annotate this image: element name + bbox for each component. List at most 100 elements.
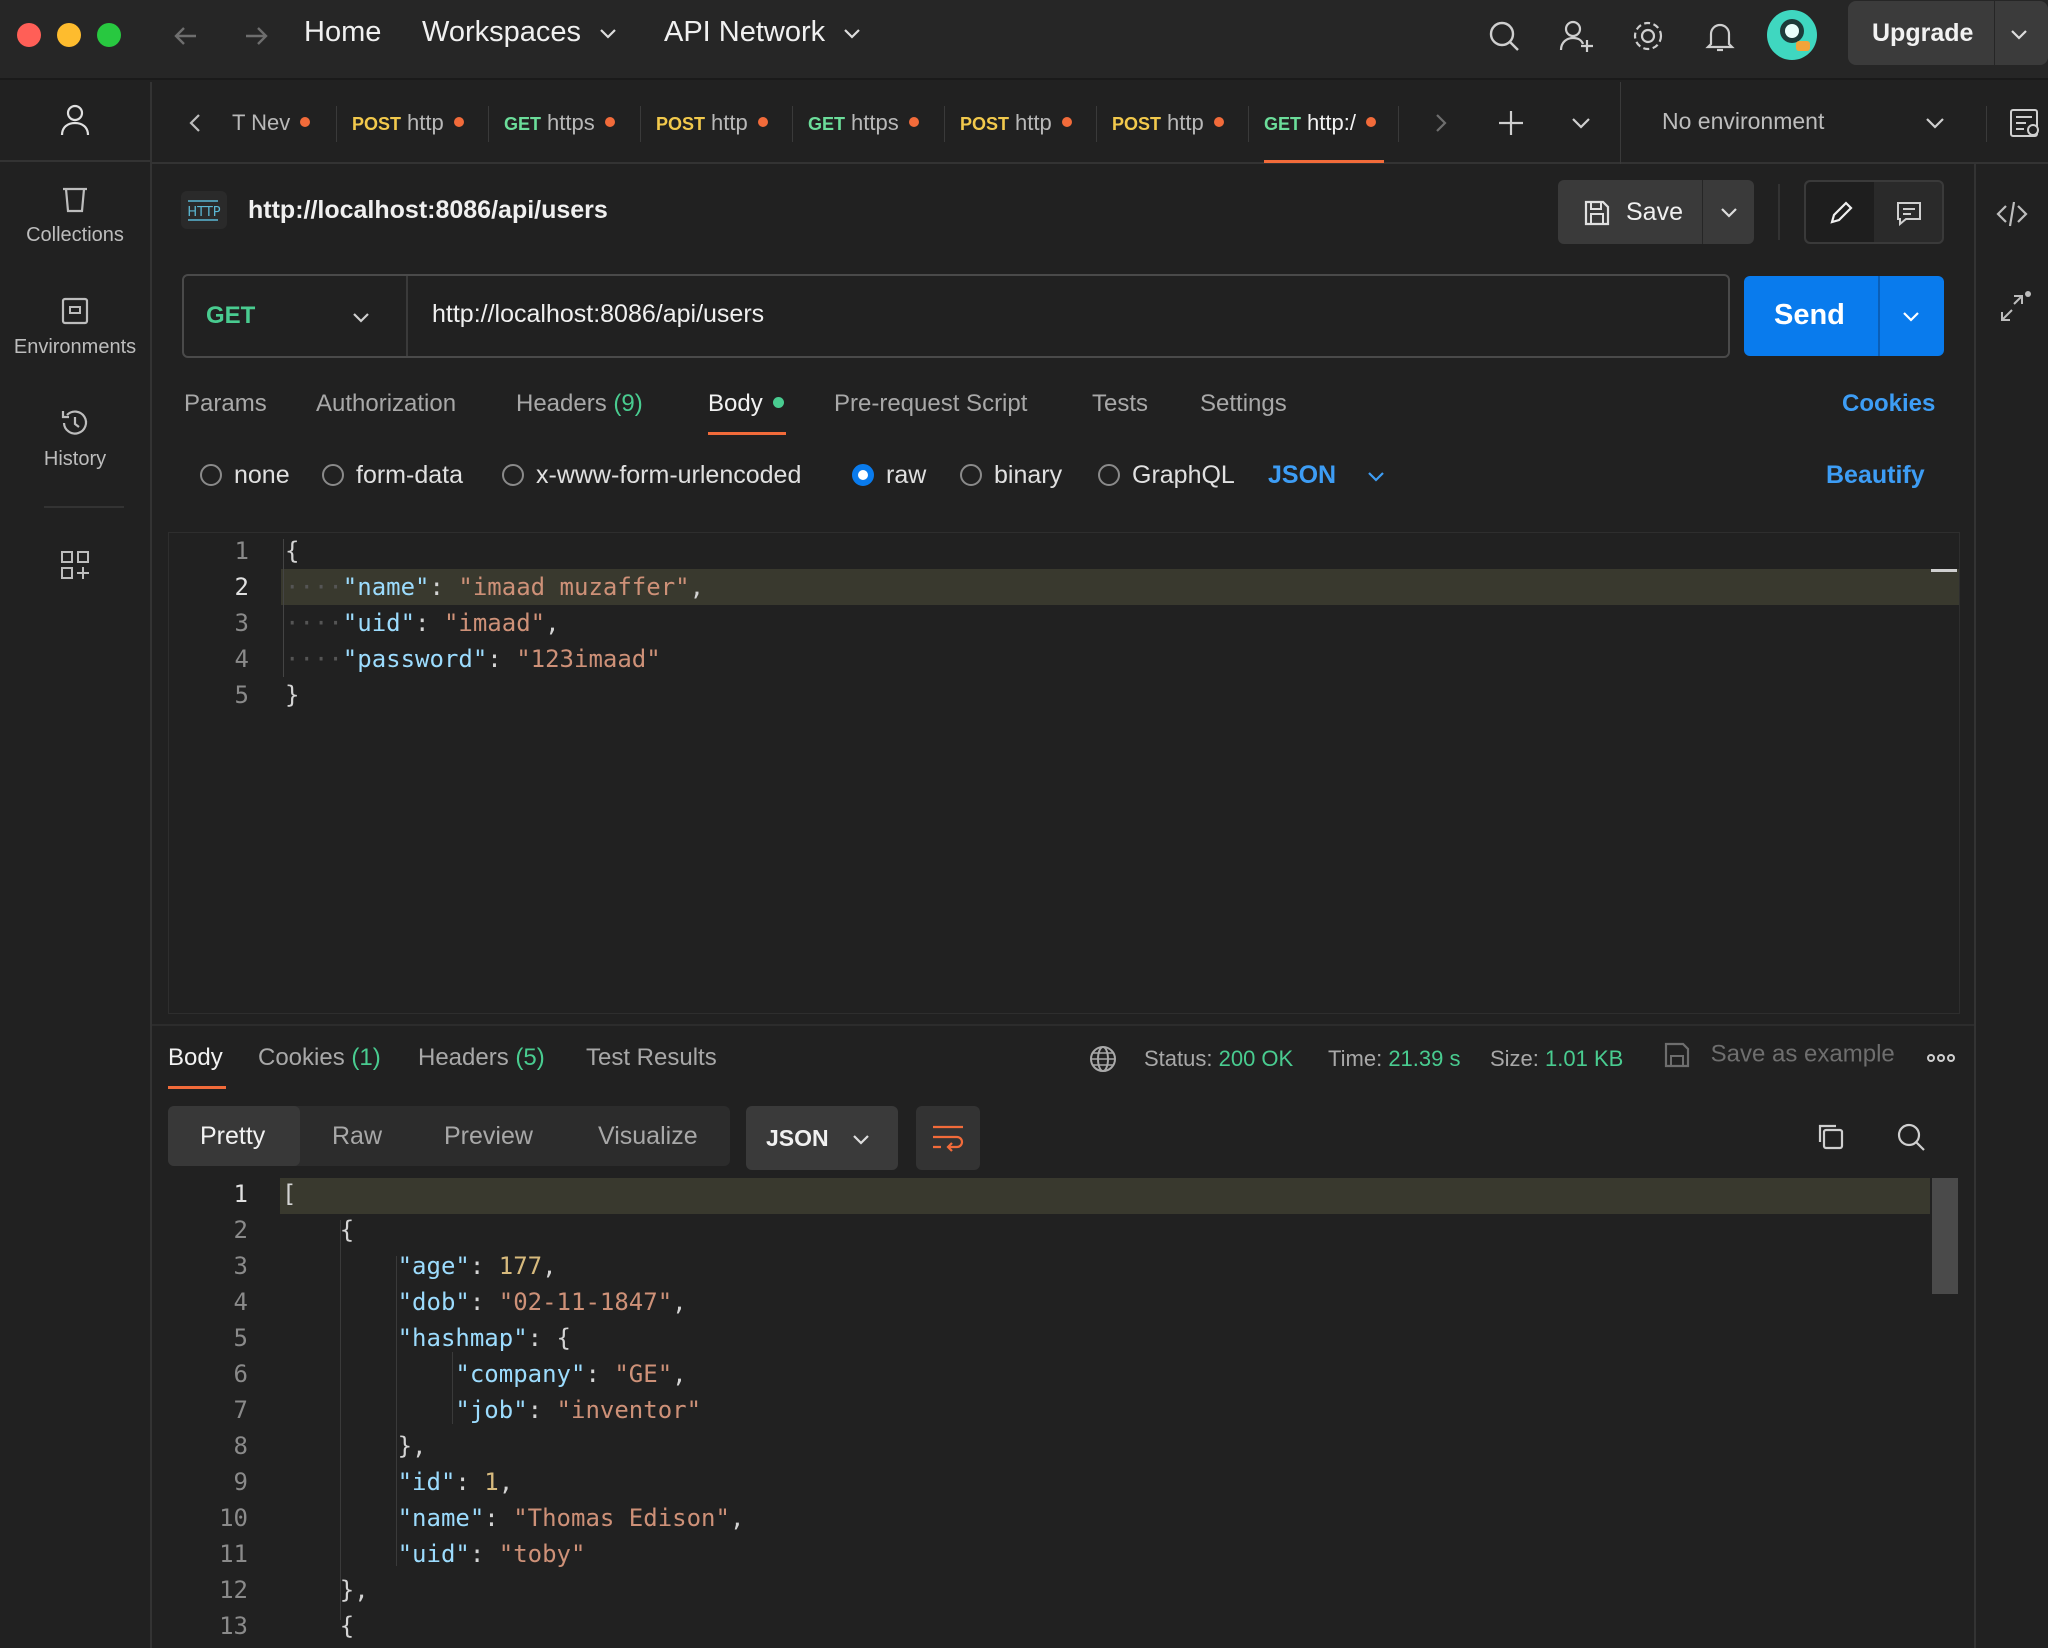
response-tab-headers[interactable]: Headers (5) <box>418 1044 545 1072</box>
back-arrow-icon[interactable] <box>166 16 206 56</box>
notifications-bell-icon[interactable] <box>1700 16 1740 56</box>
cookies-link[interactable]: Cookies <box>1842 390 1935 418</box>
tab-headers[interactable]: Headers (9) <box>516 390 643 418</box>
chevron-down-icon[interactable] <box>1922 110 1948 136</box>
settings-gear-icon[interactable] <box>1628 16 1668 56</box>
tab-label: http <box>711 110 748 135</box>
sidebar-item-history[interactable]: History <box>0 406 150 471</box>
save-button[interactable]: Save <box>1558 180 1702 244</box>
maximize-window-button[interactable] <box>97 23 121 47</box>
copy-icon[interactable] <box>1814 1120 1848 1154</box>
code-line: } <box>285 681 300 709</box>
comment-icon[interactable] <box>1894 198 1924 228</box>
chevron-down-icon[interactable] <box>1718 201 1740 223</box>
code-line: "hashmap": { <box>397 1324 571 1352</box>
radio-form-data[interactable] <box>322 464 344 486</box>
chevron-left-icon[interactable] <box>182 110 208 136</box>
tab-3[interactable]: POST http <box>656 110 768 136</box>
view-preview-button[interactable]: Preview <box>444 1122 533 1151</box>
tab-4[interactable]: GET https <box>808 110 919 136</box>
response-tab-test-results[interactable]: Test Results <box>586 1044 717 1072</box>
chevron-right-icon[interactable] <box>1428 110 1454 136</box>
radio-urlencoded[interactable] <box>502 464 524 486</box>
chevron-down-icon[interactable] <box>1900 305 1922 327</box>
response-tab-headers-label: Headers <box>418 1044 509 1071</box>
environment-select[interactable]: No environment <box>1662 108 1824 135</box>
view-pretty-button[interactable]: Pretty <box>168 1106 300 1166</box>
response-tab-body[interactable]: Body <box>168 1044 223 1072</box>
new-tab-plus-icon[interactable] <box>1496 108 1526 138</box>
method-select[interactable]: GET <box>184 276 406 356</box>
radio-binary[interactable] <box>960 464 982 486</box>
radio-none[interactable] <box>200 464 222 486</box>
right-sidebar <box>1974 164 2048 1648</box>
related-collections-icon[interactable] <box>1994 288 2034 328</box>
line-number: 9 <box>233 1468 248 1496</box>
search-icon[interactable] <box>1894 1120 1928 1154</box>
response-tab-cookies[interactable]: Cookies (1) <box>258 1044 381 1072</box>
sidebar-item-environments[interactable]: Environments <box>0 294 150 359</box>
more-options-icon[interactable] <box>1926 1048 1956 1068</box>
response-body-editor[interactable]: 1 2 3 4 5 6 7 8 9 10 11 12 13 [ { "age":… <box>168 1176 1960 1648</box>
tab-2[interactable]: GET https <box>504 110 615 136</box>
tab-0[interactable]: T Nev <box>232 110 311 136</box>
minimize-window-button[interactable] <box>57 23 81 47</box>
chevron-down-icon <box>853 1135 869 1145</box>
radio-graphql[interactable] <box>1098 464 1120 486</box>
unsaved-dot <box>453 117 464 127</box>
response-status[interactable]: Status: 200 OK <box>1144 1046 1293 1072</box>
url-bar: GET http://localhost:8086/api/users <box>182 274 1730 358</box>
tab-label: T Nev <box>232 110 291 135</box>
response-format-select[interactable]: JSON <box>746 1106 898 1170</box>
tab-7-active[interactable]: GET http:/ <box>1264 110 1376 136</box>
tab-tests[interactable]: Tests <box>1092 390 1148 418</box>
upgrade-button[interactable]: Upgrade <box>1848 1 2048 65</box>
body-format-select[interactable]: JSON <box>1268 461 1387 490</box>
response-scrollbar[interactable] <box>1932 1178 1958 1294</box>
tab-1[interactable]: POST http <box>352 110 464 136</box>
code-snippet-icon[interactable] <box>1994 196 2030 232</box>
invite-user-icon[interactable] <box>1556 16 1596 56</box>
environment-quick-look-icon[interactable] <box>2008 106 2042 140</box>
tab-settings[interactable]: Settings <box>1200 390 1287 418</box>
tab-5[interactable]: POST http <box>960 110 1072 136</box>
sidebar-item-collections[interactable]: Collections <box>0 182 150 247</box>
view-raw-button[interactable]: Raw <box>332 1122 382 1151</box>
response-size[interactable]: Size: 1.01 KB <box>1490 1046 1623 1072</box>
tab-params[interactable]: Params <box>184 390 267 418</box>
beautify-link[interactable]: Beautify <box>1826 461 1925 490</box>
view-visualize-button[interactable]: Visualize <box>598 1122 698 1151</box>
tab-method: POST <box>656 114 706 134</box>
edit-button[interactable] <box>1806 182 1874 242</box>
body-indicator-dot <box>773 397 785 408</box>
globe-icon[interactable] <box>1088 1044 1118 1074</box>
response-time[interactable]: Time: 21.39 s <box>1328 1046 1460 1072</box>
tab-method: POST <box>960 114 1010 134</box>
tab-prerequest-script[interactable]: Pre-request Script <box>834 390 1027 418</box>
close-window-button[interactable] <box>17 23 41 47</box>
tab-authorization[interactable]: Authorization <box>316 390 456 418</box>
save-label: Save <box>1626 198 1683 226</box>
tab-body[interactable]: Body <box>708 390 785 418</box>
request-body-editor[interactable]: 1 2 3 4 5 { ····"name": "imaad muzaffer"… <box>168 532 1960 1014</box>
forward-arrow-icon[interactable] <box>236 16 276 56</box>
request-title[interactable]: http://localhost:8086/api/users <box>248 196 608 225</box>
home-link[interactable]: Home <box>304 16 381 49</box>
api-network-menu[interactable]: API Network <box>664 16 863 49</box>
sidebar-profile[interactable] <box>0 102 150 146</box>
search-icon[interactable] <box>1484 16 1524 56</box>
wrap-lines-button[interactable] <box>916 1106 980 1170</box>
tab-6[interactable]: POST http <box>1112 110 1224 136</box>
workspaces-menu[interactable]: Workspaces <box>422 16 619 49</box>
url-input[interactable]: http://localhost:8086/api/users <box>432 300 764 329</box>
tab-body-label: Body <box>708 390 763 417</box>
send-button[interactable]: Send <box>1744 276 1878 356</box>
sidebar-item-configure[interactable] <box>0 548 150 590</box>
apps-grid-plus-icon <box>61 551 89 579</box>
send-button-group: Send <box>1744 276 1944 356</box>
avatar[interactable] <box>1766 9 1818 61</box>
radio-raw[interactable] <box>852 464 874 486</box>
chevron-down-icon[interactable] <box>1568 110 1594 136</box>
response-divider[interactable] <box>152 1024 1974 1026</box>
save-as-example-button[interactable]: Save as example <box>1662 1040 1895 1070</box>
